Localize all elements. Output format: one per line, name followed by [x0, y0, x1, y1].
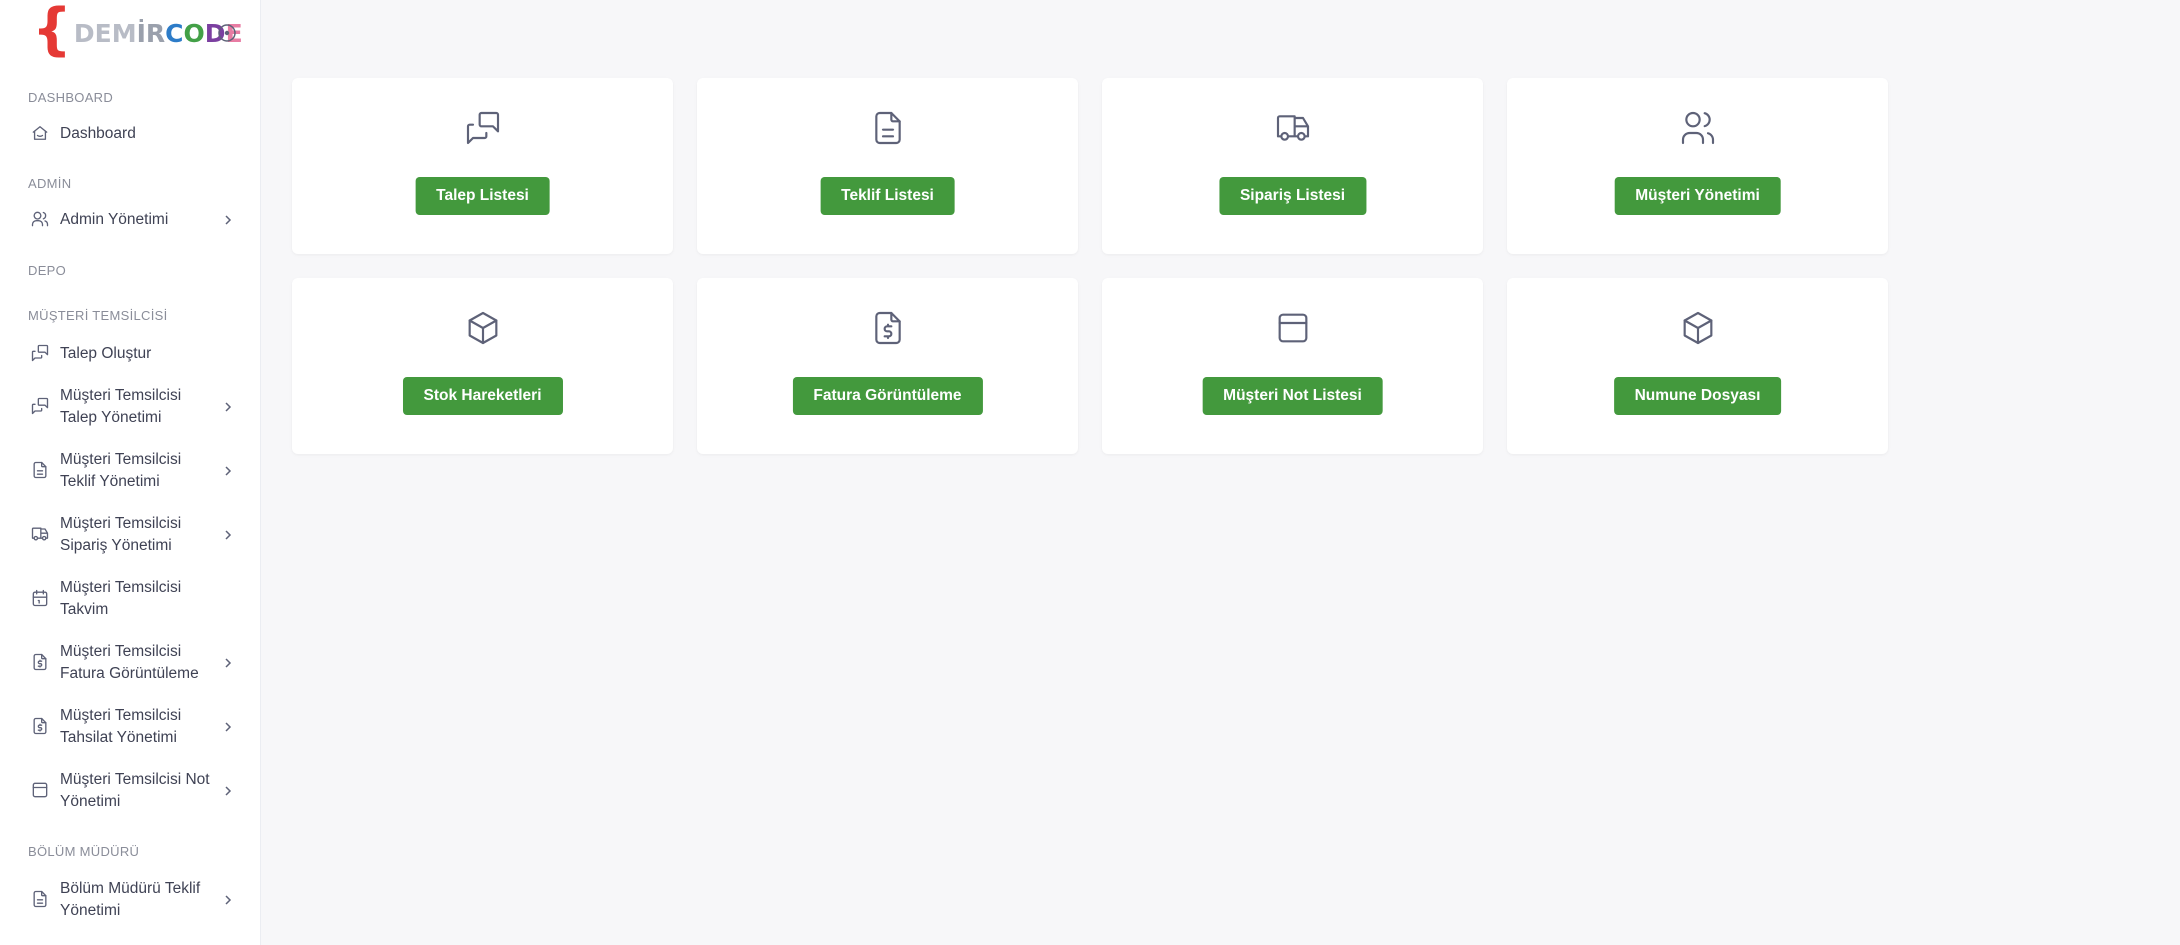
home-icon: [30, 123, 50, 143]
sidebar-item-dashboard[interactable]: Dashboard: [0, 123, 260, 145]
sidebar-item-label: Admin Yönetimi: [60, 211, 169, 228]
sidebar-item-siparis-yonetimi[interactable]: Müşteri Temsilcisi Sipariş Yönetimi: [0, 513, 260, 557]
stok-hareketleri-button[interactable]: Stok Hareketleri: [402, 377, 563, 415]
calendar-icon: [30, 588, 50, 608]
musteri-yonetimi-button[interactable]: Müşteri Yönetimi: [1614, 177, 1781, 215]
chevron-right-icon: [222, 894, 234, 906]
invoice-icon: [30, 652, 50, 672]
talep-listesi-button[interactable]: Talep Listesi: [415, 177, 550, 215]
musteri-not-listesi-button[interactable]: Müşteri Not Listesi: [1202, 377, 1383, 415]
sidebar-item-fatura-goruntuleme[interactable]: Müşteri Temsilcisi Fatura Görüntüleme: [0, 641, 260, 685]
invoice-icon: [868, 308, 908, 348]
users-icon: [30, 209, 50, 229]
sidebar-item-label: Müşteri Temsilcisi Teklif Yönetimi: [60, 451, 182, 490]
sidebar-item-bolum-teklif-yonetimi[interactable]: Bölüm Müdürü Teklif Yönetimi: [0, 878, 260, 922]
sidebar-item-takvim[interactable]: Müşteri Temsilcisi Takvim: [0, 577, 260, 621]
truck-icon: [1273, 108, 1313, 148]
section-depo: DEPO: [28, 263, 67, 278]
chevron-right-icon: [222, 657, 234, 669]
card-stok-hareketleri: Stok Hareketleri: [292, 278, 673, 454]
messages-icon: [30, 396, 50, 416]
card-talep-listesi: Talep Listesi: [292, 78, 673, 254]
window-icon: [30, 780, 50, 800]
card-teklif-listesi: Teklif Listesi: [697, 78, 1078, 254]
sidebar-item-label: Müşteri Temsilcisi Sipariş Yönetimi: [60, 515, 182, 554]
sidebar-item-label: Talep Oluştur: [60, 345, 152, 362]
teklif-listesi-button[interactable]: Teklif Listesi: [820, 177, 955, 215]
chevron-right-icon: [222, 465, 234, 477]
document-icon: [30, 460, 50, 480]
card-musteri-yonetimi: Müşteri Yönetimi: [1507, 78, 1888, 254]
messages-icon: [463, 108, 503, 148]
invoice-icon: [30, 716, 50, 736]
siparis-listesi-button[interactable]: Sipariş Listesi: [1218, 177, 1367, 215]
sidebar-item-not-yonetimi[interactable]: Müşteri Temsilcisi Not Yönetimi: [0, 769, 260, 813]
card-musteri-not-listesi: Müşteri Not Listesi: [1102, 278, 1483, 454]
box-icon: [1678, 308, 1718, 348]
sidebar-item-label: Müşteri Temsilcisi Fatura Görüntüleme: [60, 643, 199, 682]
messages-icon: [30, 343, 50, 363]
sidebar-item-teklif-yonetimi[interactable]: Müşteri Temsilcisi Teklif Yönetimi: [0, 449, 260, 493]
fatura-goruntuleme-button[interactable]: Fatura Görüntüleme: [792, 377, 983, 415]
chevron-right-icon: [222, 785, 234, 797]
logo-brace: {: [32, 0, 72, 62]
window-icon: [1273, 308, 1313, 348]
sidebar-toggle-icon[interactable]: [216, 22, 238, 44]
section-musteri-temsilcisi: MÜŞTERİ TEMSİLCİSİ: [28, 308, 168, 323]
document-icon: [868, 108, 908, 148]
card-siparis-listesi: Sipariş Listesi: [1102, 78, 1483, 254]
sidebar-item-label: Dashboard: [60, 125, 136, 142]
sidebar-item-label: Müşteri Temsilcisi Not Yönetimi: [60, 771, 210, 810]
section-dashboard: DASHBOARD: [28, 90, 114, 105]
sidebar-item-label: Müşteri Temsilcisi Takvim: [60, 579, 182, 618]
box-icon: [463, 308, 503, 348]
sidebar-item-talep-yonetimi[interactable]: Müşteri Temsilcisi Talep Yönetimi: [0, 385, 260, 429]
brand-logo[interactable]: { DEMİRCODE: [0, 0, 260, 64]
sidebar: { DEMİRCODE DASHBOARD Dashboard ADMİN Ad…: [0, 0, 261, 945]
document-icon: [30, 889, 50, 909]
users-icon: [1678, 108, 1718, 148]
card-fatura-goruntuleme: Fatura Görüntüleme: [697, 278, 1078, 454]
sidebar-item-admin[interactable]: Admin Yönetimi: [0, 209, 260, 231]
card-numune-dosyasi: Numune Dosyası: [1507, 278, 1888, 454]
sidebar-item-label: Bölüm Müdürü Teklif Yönetimi: [60, 880, 201, 919]
chevron-right-icon: [222, 401, 234, 413]
sidebar-item-talep-olustur[interactable]: Talep Oluştur: [0, 343, 260, 365]
chevron-right-icon: [222, 529, 234, 541]
sidebar-item-label: Müşteri Temsilcisi Tahsilat Yönetimi: [60, 707, 182, 746]
truck-icon: [30, 524, 50, 544]
sidebar-item-label: Müşteri Temsilcisi Talep Yönetimi: [60, 387, 182, 426]
chevron-right-icon: [222, 214, 234, 226]
sidebar-item-tahsilat-yonetimi[interactable]: Müşteri Temsilcisi Tahsilat Yönetimi: [0, 705, 260, 749]
section-bolum-muduru: BÖLÜM MÜDÜRÜ: [28, 844, 140, 859]
numune-dosyasi-button[interactable]: Numune Dosyası: [1613, 377, 1782, 415]
section-admin: ADMİN: [28, 176, 72, 191]
chevron-right-icon: [222, 721, 234, 733]
